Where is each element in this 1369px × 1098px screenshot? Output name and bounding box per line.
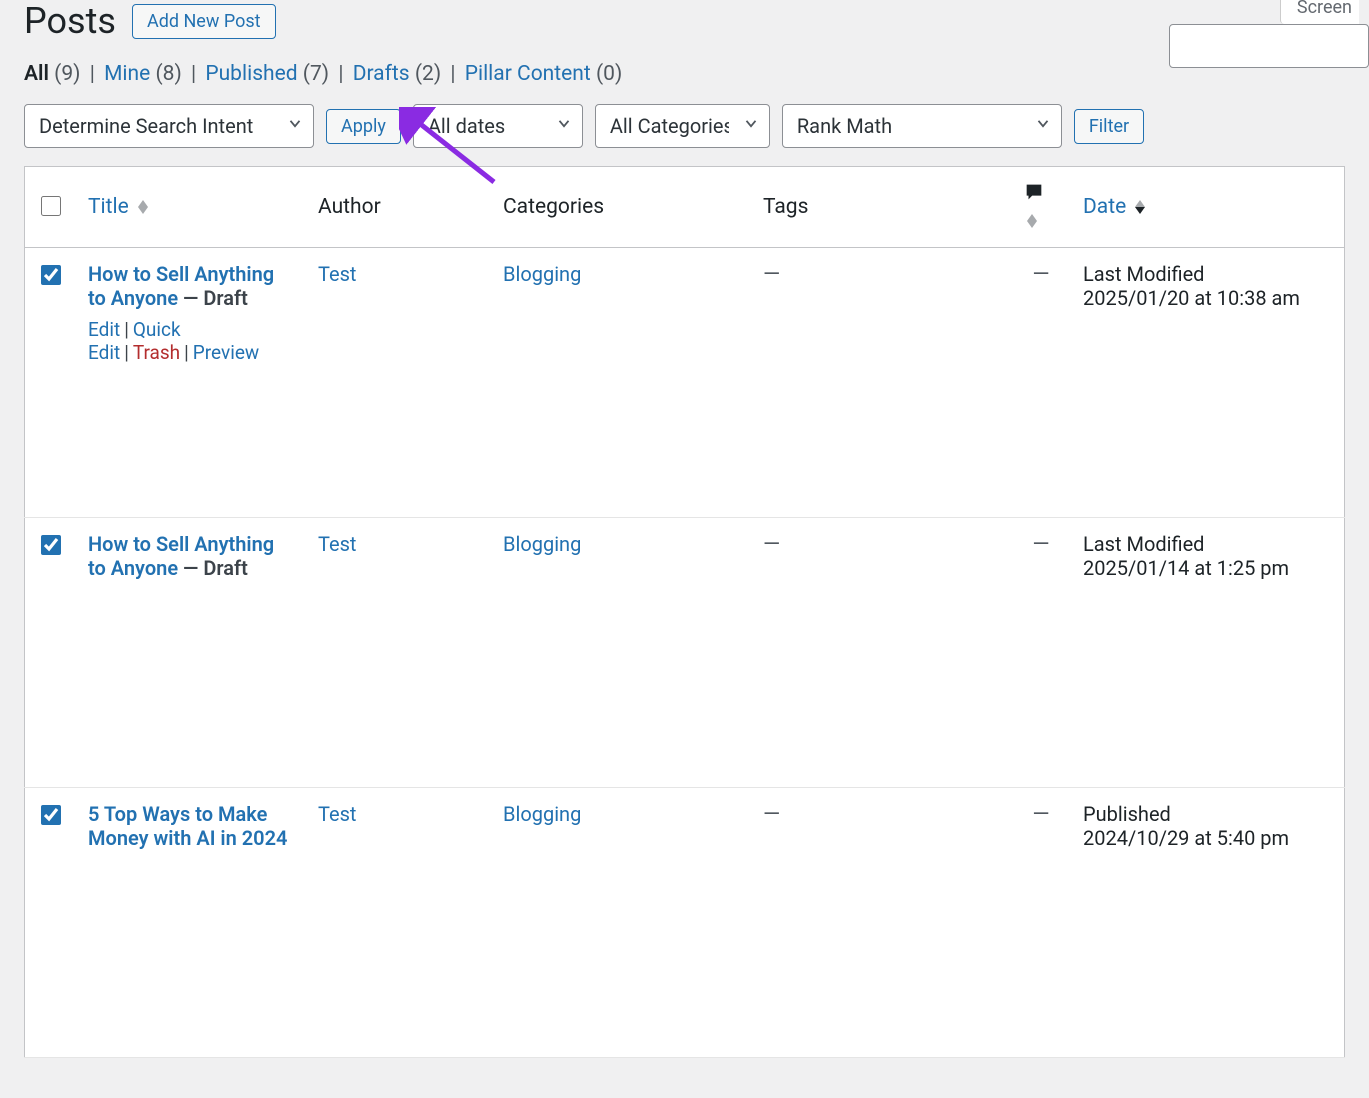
table-row: How to Sell Anything to Anyone — DraftTe…: [25, 518, 1345, 788]
row-checkbox[interactable]: [41, 265, 61, 285]
sort-icon: [1027, 214, 1037, 228]
date-status: Last Modified: [1083, 262, 1332, 286]
filter-published[interactable]: Published (7): [205, 62, 329, 86]
comments-count: —: [1032, 262, 1049, 287]
comments-count: —: [1032, 802, 1049, 827]
filter-drafts[interactable]: Drafts (2): [353, 62, 441, 86]
tags-value: —: [763, 532, 780, 557]
author-link[interactable]: Test: [318, 532, 356, 556]
filter-all[interactable]: All (9): [24, 62, 80, 86]
category-link[interactable]: Blogging: [503, 532, 581, 556]
author-link[interactable]: Test: [318, 802, 356, 826]
date-value: 2025/01/20 at 10:38 am: [1083, 286, 1332, 310]
category-link[interactable]: Blogging: [503, 262, 581, 286]
filter-button[interactable]: Filter: [1074, 109, 1144, 144]
date-filter-select[interactable]: All dates: [413, 104, 583, 148]
sort-icon: [138, 200, 148, 214]
edit-link[interactable]: Edit: [88, 318, 120, 341]
apply-button[interactable]: Apply: [326, 109, 401, 144]
table-row: How to Sell Anything to Anyone — DraftEd…: [25, 248, 1345, 518]
tags-value: —: [763, 802, 780, 827]
date-value: 2024/10/29 at 5:40 pm: [1083, 826, 1332, 850]
filter-pillar-content[interactable]: Pillar Content (0): [465, 62, 623, 86]
post-status-suffix: — Draft: [178, 556, 248, 580]
column-header-tags: Tags: [763, 195, 808, 219]
post-status-suffix: — Draft: [178, 286, 248, 310]
date-status: Published: [1083, 802, 1332, 826]
row-checkbox[interactable]: [41, 535, 61, 555]
add-new-post-button[interactable]: Add New Post: [132, 4, 276, 39]
comment-icon: [1023, 181, 1045, 209]
row-checkbox[interactable]: [41, 805, 61, 825]
tags-value: —: [763, 262, 780, 287]
post-status-filters: All (9) | Mine (8) | Published (7) | Dra…: [24, 62, 1345, 86]
post-title-link[interactable]: 5 Top Ways to Make Money with AI in 2024: [88, 802, 287, 850]
search-input[interactable]: [1169, 24, 1369, 68]
sort-icon: [1135, 200, 1145, 214]
date-status: Last Modified: [1083, 532, 1332, 556]
column-header-author: Author: [318, 195, 381, 219]
trash-link[interactable]: Trash: [133, 341, 180, 364]
bulk-action-select[interactable]: Determine Search Intent: [24, 104, 314, 148]
preview-link[interactable]: Preview: [193, 341, 259, 364]
column-header-categories: Categories: [503, 195, 604, 219]
row-actions: Edit|Quick Edit|Trash|Preview: [88, 318, 294, 364]
category-link[interactable]: Blogging: [503, 802, 581, 826]
comments-count: —: [1032, 532, 1049, 557]
column-header-date[interactable]: Date: [1083, 195, 1126, 219]
column-header-title[interactable]: Title: [88, 195, 129, 219]
page-title: Posts: [24, 0, 116, 42]
filter-mine[interactable]: Mine (8): [104, 62, 182, 86]
author-link[interactable]: Test: [318, 262, 356, 286]
rankmath-filter-select[interactable]: Rank Math: [782, 104, 1062, 148]
category-filter-select[interactable]: All Categories: [595, 104, 770, 148]
date-value: 2025/01/14 at 1:25 pm: [1083, 556, 1332, 580]
select-all-checkbox[interactable]: [41, 196, 61, 216]
posts-table: Title Author Categories Tags: [24, 166, 1345, 1058]
table-row: 5 Top Ways to Make Money with AI in 2024…: [25, 788, 1345, 1058]
screen-options-tab[interactable]: Screen: [1280, 0, 1369, 24]
